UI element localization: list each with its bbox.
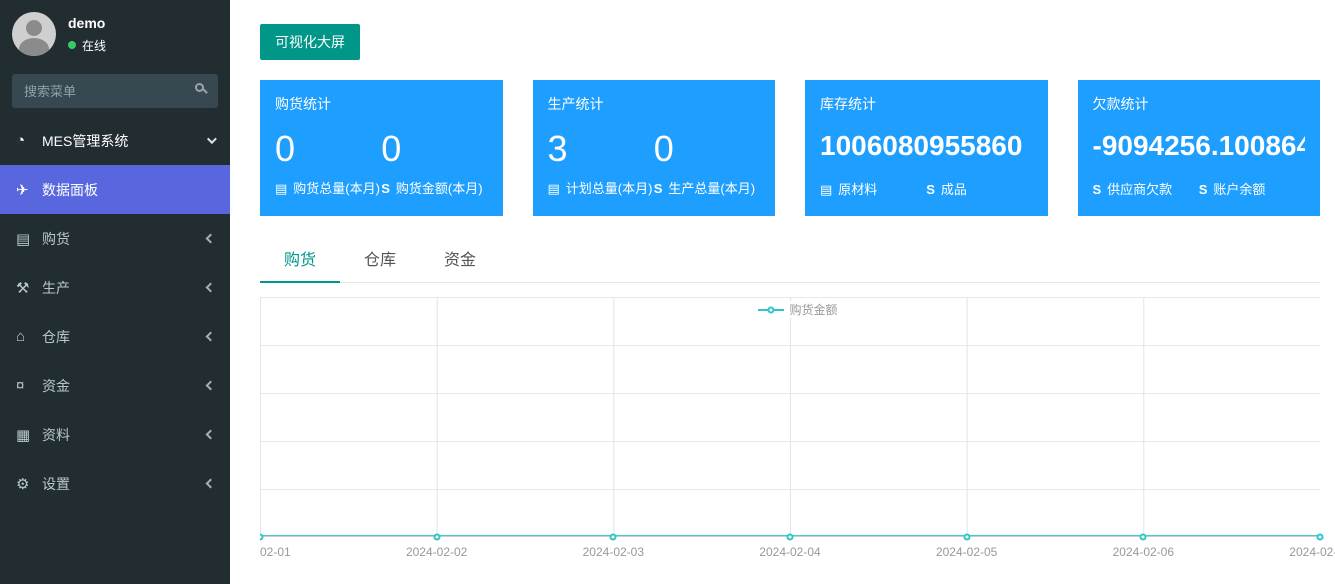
- metric-label: S账户余额: [1199, 180, 1305, 200]
- metric-value: 0: [381, 128, 487, 169]
- sidebar-item-settings[interactable]: ⚙ 设置: [0, 459, 230, 508]
- stat-card-production: 生产统计 3 ▤计划总量(本月) 0 S生产总量(本月): [533, 80, 776, 216]
- tab-purchase[interactable]: 购货: [260, 238, 340, 283]
- sidebar-item-label: 生产: [42, 278, 207, 298]
- chevron-left-icon: [206, 234, 216, 244]
- metric-label: S成品: [926, 180, 1032, 200]
- settings-icon: ⚙: [16, 475, 42, 493]
- metric-label: S生产总量(本月): [654, 179, 760, 199]
- x-axis-label: 2024-02-02: [406, 545, 467, 559]
- sidebar: demo 在线 ◔ MES管理系统 ✈ 数据面板 ▤ 购货 ⚒ 生产: [0, 0, 230, 584]
- card-title: 欠款统计: [1093, 94, 1306, 114]
- chevron-left-icon: [206, 479, 216, 489]
- production-icon: ⚒: [16, 279, 42, 297]
- sidebar-item-production[interactable]: ⚒ 生产: [0, 263, 230, 312]
- money-icon: S: [654, 181, 663, 196]
- metric-label: ▤购货总量(本月): [275, 179, 381, 199]
- funds-icon: ¤: [16, 377, 42, 394]
- metric-value: 0: [654, 128, 760, 169]
- dashboard-icon: ◔: [16, 132, 42, 149]
- chart-legend[interactable]: 购货金额: [753, 301, 841, 318]
- card-big-value: 1006080955860: [820, 130, 1033, 162]
- metric-label: S购货金额(本月): [381, 179, 487, 199]
- sidebar-item-label: 仓库: [42, 327, 207, 347]
- sidebar-item-materials[interactable]: ▦ 资料: [0, 410, 230, 459]
- money-icon: S: [381, 181, 390, 196]
- metric-value: 0: [275, 128, 381, 169]
- data-point-marker[interactable]: [260, 534, 264, 541]
- main-content: 可视化大屏 购货统计 0 ▤购货总量(本月) 0 S购货金额(本月): [230, 0, 1335, 584]
- sidebar-item-label: 资金: [42, 376, 207, 396]
- tab-funds[interactable]: 资金: [420, 238, 500, 282]
- x-axis-label: 2024-02-04: [759, 545, 820, 559]
- x-axis-label: 2024-02-01: [260, 545, 291, 559]
- user-name: demo: [68, 15, 106, 31]
- card-title: 生产统计: [548, 94, 761, 114]
- data-point-marker[interactable]: [610, 534, 617, 541]
- metric-value: 3: [548, 128, 654, 169]
- money-icon: S: [1199, 182, 1208, 197]
- data-point-marker[interactable]: [433, 534, 440, 541]
- metric-label: ▤计划总量(本月): [548, 179, 654, 199]
- user-panel: demo 在线: [0, 0, 230, 66]
- user-info: demo 在线: [68, 15, 106, 54]
- online-status-dot: [68, 41, 76, 49]
- metric-label: ▤原材料: [820, 180, 926, 200]
- chevron-left-icon: [206, 430, 216, 440]
- materials-icon: ▦: [16, 426, 42, 444]
- x-axis-label: 2024-02-03: [583, 545, 644, 559]
- stat-cards: 购货统计 0 ▤购货总量(本月) 0 S购货金额(本月) 生产统计: [260, 80, 1320, 216]
- search-input[interactable]: [12, 74, 218, 108]
- money-icon: S: [1093, 182, 1102, 197]
- sidebar-item-label: 资料: [42, 425, 207, 445]
- purchase-chart: 购货金额 2024-02-012024-02-022024-02-032024-…: [260, 297, 1335, 569]
- user-status-label: 在线: [82, 37, 106, 54]
- x-axis-label: 2024-02-07: [1289, 545, 1335, 559]
- database-icon: ▤: [275, 181, 287, 196]
- menu-search: [12, 74, 218, 108]
- send-icon: ✈: [16, 181, 42, 199]
- sidebar-item-purchase[interactable]: ▤ 购货: [0, 214, 230, 263]
- card-title: 购货统计: [275, 94, 488, 114]
- sidebar-item-data-panel[interactable]: ✈ 数据面板: [0, 165, 230, 214]
- avatar: [12, 12, 56, 56]
- warehouse-icon: ⌂: [16, 328, 42, 345]
- purchase-icon: ▤: [16, 230, 42, 248]
- legend-label: 购货金额: [789, 301, 837, 318]
- big-screen-button[interactable]: 可视化大屏: [260, 24, 360, 60]
- stat-card-purchase: 购货统计 0 ▤购货总量(本月) 0 S购货金额(本月): [260, 80, 503, 216]
- metric-label: S供应商欠款: [1093, 180, 1199, 200]
- sidebar-item-warehouse[interactable]: ⌂ 仓库: [0, 312, 230, 361]
- sidebar-item-mes-system[interactable]: ◔ MES管理系统: [0, 116, 230, 165]
- money-icon: S: [926, 182, 935, 197]
- sidebar-item-funds[interactable]: ¤ 资金: [0, 361, 230, 410]
- sidebar-item-label: 数据面板: [42, 180, 214, 200]
- data-point-marker[interactable]: [963, 534, 970, 541]
- database-icon: ▤: [548, 181, 560, 196]
- tab-warehouse[interactable]: 仓库: [340, 238, 420, 282]
- chart-plot-area: [260, 297, 1320, 537]
- sidebar-menu: ◔ MES管理系统 ✈ 数据面板 ▤ 购货 ⚒ 生产 ⌂ 仓库 ¤ 资金: [0, 116, 230, 508]
- chart-tabs: 购货 仓库 资金: [260, 238, 1320, 283]
- database-icon: ▤: [820, 182, 832, 197]
- sidebar-item-label: 设置: [42, 474, 207, 494]
- data-point-marker[interactable]: [1140, 534, 1147, 541]
- chevron-left-icon: [206, 381, 216, 391]
- x-axis-labels: 2024-02-01 2024-02-02 2024-02-03 2024-02-04…: [260, 545, 1320, 567]
- search-icon[interactable]: [195, 83, 204, 92]
- chevron-left-icon: [206, 283, 216, 293]
- legend-line-icon: [757, 309, 783, 311]
- card-title: 库存统计: [820, 94, 1033, 114]
- chevron-left-icon: [206, 332, 216, 342]
- sidebar-item-label: 购货: [42, 229, 207, 249]
- data-point-marker[interactable]: [787, 534, 794, 541]
- sidebar-item-label: MES管理系统: [42, 131, 207, 151]
- x-axis-label: 2024-02-06: [1113, 545, 1174, 559]
- chevron-down-icon: [207, 134, 217, 144]
- card-big-value: -9094256.1008644: [1093, 130, 1306, 162]
- stat-card-inventory: 库存统计 1006080955860 ▤原材料 S成品: [805, 80, 1048, 216]
- x-axis-label: 2024-02-05: [936, 545, 997, 559]
- data-point-marker[interactable]: [1317, 534, 1324, 541]
- stat-card-debt: 欠款统计 -9094256.1008644 S供应商欠款 S账户余额: [1078, 80, 1321, 216]
